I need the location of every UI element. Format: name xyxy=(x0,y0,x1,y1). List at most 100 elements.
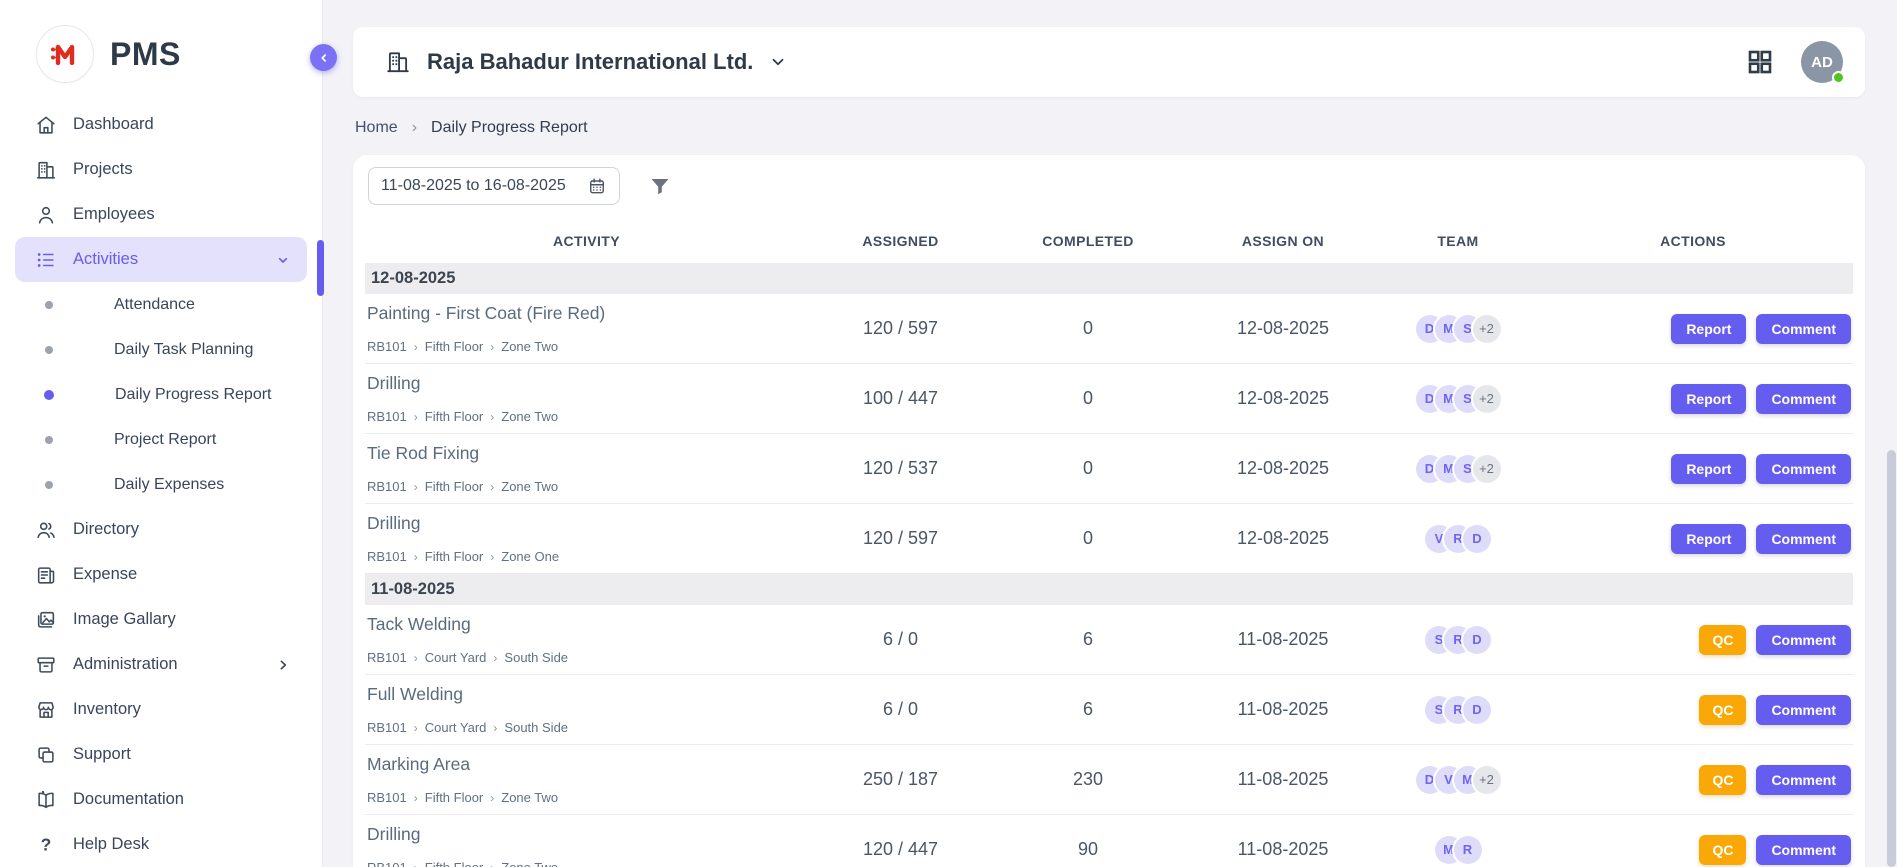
path-separator-icon: › xyxy=(414,721,418,735)
report-button[interactable]: Report xyxy=(1671,454,1746,484)
sidebar-item-employees[interactable]: Employees xyxy=(15,192,307,237)
assign-on-date: 12-08-2025 xyxy=(1183,458,1383,479)
breadcrumb-separator-icon: › xyxy=(412,119,417,137)
activity-name: Tie Rod Fixing xyxy=(367,443,800,464)
comment-button[interactable]: Comment xyxy=(1756,454,1851,484)
table-row: DrillingRB101›Fifth Floor›Zone Two120 / … xyxy=(365,815,1853,867)
team-cell: DMS+2 xyxy=(1383,455,1533,483)
date-range-value: 11-08-2025 to 16-08-2025 xyxy=(381,177,566,195)
apps-grid-icon[interactable] xyxy=(1745,47,1775,77)
sidebar-item-support[interactable]: Support xyxy=(15,732,307,777)
comment-button[interactable]: Comment xyxy=(1756,625,1851,655)
table-row: Painting - First Coat (Fire Red)RB101›Fi… xyxy=(365,294,1853,364)
path-segment: RB101 xyxy=(367,720,407,735)
path-segment: Zone Two xyxy=(501,339,558,354)
sidebar-collapse-button[interactable] xyxy=(310,44,337,71)
chevron-down-icon xyxy=(769,53,787,71)
team-cell: VRD xyxy=(1383,525,1533,553)
comment-button[interactable]: Comment xyxy=(1756,524,1851,554)
scrollbar-thumb[interactable] xyxy=(1887,450,1896,867)
sidebar-item-label: Daily Progress Report xyxy=(115,386,272,404)
comment-button[interactable]: Comment xyxy=(1756,765,1851,795)
activity-location-path: RB101›Fifth Floor›Zone Two xyxy=(367,409,800,424)
activities-icon xyxy=(35,249,57,271)
administration-icon xyxy=(35,654,57,676)
sidebar-item-activities[interactable]: Activities xyxy=(15,237,307,282)
sidebar-item-help-desk[interactable]: ?Help Desk xyxy=(15,822,307,867)
sidebar-item-label: Inventory xyxy=(73,700,141,719)
path-segment: Zone Two xyxy=(501,479,558,494)
path-segment: Fifth Floor xyxy=(425,409,484,424)
sidebar-item-daily-expenses[interactable]: Daily Expenses xyxy=(15,462,307,507)
path-separator-icon: › xyxy=(490,340,494,354)
report-button[interactable]: Report xyxy=(1671,524,1746,554)
actions-cell: QC Comment xyxy=(1533,765,1853,795)
sidebar-nav: Dashboard Projects Employees ActivitiesAtte… xyxy=(0,102,322,867)
sidebar-item-projects[interactable]: Projects xyxy=(15,147,307,192)
filter-icon[interactable] xyxy=(648,174,672,198)
bullet-icon xyxy=(45,481,53,489)
sidebar-item-daily-progress-report[interactable]: Daily Progress Report xyxy=(15,372,307,417)
bullet-icon xyxy=(45,301,53,309)
sidebar-item-administration[interactable]: Administration xyxy=(15,642,307,687)
team-more-badge: +2 xyxy=(1473,315,1501,343)
comment-button[interactable]: Comment xyxy=(1756,695,1851,725)
sidebar-item-label: Expense xyxy=(73,565,137,584)
sidebar-item-directory[interactable]: Directory xyxy=(15,507,307,552)
sidebar-item-dashboard[interactable]: Dashboard xyxy=(15,102,307,147)
bullet-icon xyxy=(45,346,53,354)
bullet-icon xyxy=(45,436,53,444)
path-segment: Zone Two xyxy=(501,409,558,424)
team-cell: DMS+2 xyxy=(1383,315,1533,343)
qc-button[interactable]: QC xyxy=(1699,625,1746,655)
company-selector[interactable]: Raja Bahadur International Ltd. xyxy=(385,49,787,75)
sidebar-item-label: Image Gallary xyxy=(73,610,176,629)
team-cell: SRD xyxy=(1383,696,1533,724)
sidebar-item-attendance[interactable]: Attendance xyxy=(15,282,307,327)
assign-on-date: 12-08-2025 xyxy=(1183,318,1383,339)
report-button[interactable]: Report xyxy=(1671,314,1746,344)
sidebar-item-project-report[interactable]: Project Report xyxy=(15,417,307,462)
avatar-initials: AD xyxy=(1811,54,1833,71)
date-range-input[interactable]: 11-08-2025 to 16-08-2025 xyxy=(368,167,620,205)
activity-name: Drilling xyxy=(367,824,800,845)
expense-icon xyxy=(35,564,57,586)
user-avatar[interactable]: AD xyxy=(1801,41,1843,83)
report-button[interactable]: Report xyxy=(1671,384,1746,414)
assign-on-date: 12-08-2025 xyxy=(1183,528,1383,549)
path-separator-icon: › xyxy=(490,550,494,564)
qc-button[interactable]: QC xyxy=(1699,765,1746,795)
comment-button[interactable]: Comment xyxy=(1756,835,1851,865)
sidebar-item-expense[interactable]: Expense xyxy=(15,552,307,597)
breadcrumb-home-link[interactable]: Home xyxy=(355,119,398,137)
sidebar-item-daily-task-planning[interactable]: Daily Task Planning xyxy=(15,327,307,372)
calendar-icon xyxy=(587,176,607,196)
activity-cell: Painting - First Coat (Fire Red)RB101›Fi… xyxy=(365,294,808,363)
activity-location-path: RB101›Fifth Floor›Zone One xyxy=(367,549,800,564)
team-more-badge: +2 xyxy=(1473,455,1501,483)
chevron-right-icon xyxy=(275,657,291,673)
table-body: 12-08-2025 Painting - First Coat (Fire Re… xyxy=(365,263,1853,867)
assigned-value: 6 / 0 xyxy=(808,629,993,650)
sidebar-item-label: Employees xyxy=(73,205,155,224)
sidebar-item-image-gallary[interactable]: Image Gallary xyxy=(15,597,307,642)
path-segment: Fifth Floor xyxy=(425,549,484,564)
assigned-value: 250 / 187 xyxy=(808,769,993,790)
sidebar-item-documentation[interactable]: Documentation xyxy=(15,777,307,822)
sidebar-item-inventory[interactable]: Inventory xyxy=(15,687,307,732)
activity-cell: Marking AreaRB101›Fifth Floor›Zone Two xyxy=(365,745,808,814)
page-scrollbar[interactable] xyxy=(1887,0,1896,867)
path-segment: RB101 xyxy=(367,860,407,867)
sidebar-item-label: Projects xyxy=(73,160,133,179)
qc-button[interactable]: QC xyxy=(1699,835,1746,865)
activity-cell: Tie Rod FixingRB101›Fifth Floor›Zone Two xyxy=(365,434,808,503)
activity-name: Full Welding xyxy=(367,684,800,705)
comment-button[interactable]: Comment xyxy=(1756,314,1851,344)
completed-value: 0 xyxy=(993,528,1183,549)
path-separator-icon: › xyxy=(414,861,418,867)
table-header-row: ACTIVITYASSIGNEDCOMPLETEDASSIGN ONTEAMAC… xyxy=(365,219,1853,263)
assign-on-date: 11-08-2025 xyxy=(1183,839,1383,860)
comment-button[interactable]: Comment xyxy=(1756,384,1851,414)
actions-cell: QC Comment xyxy=(1533,695,1853,725)
qc-button[interactable]: QC xyxy=(1699,695,1746,725)
